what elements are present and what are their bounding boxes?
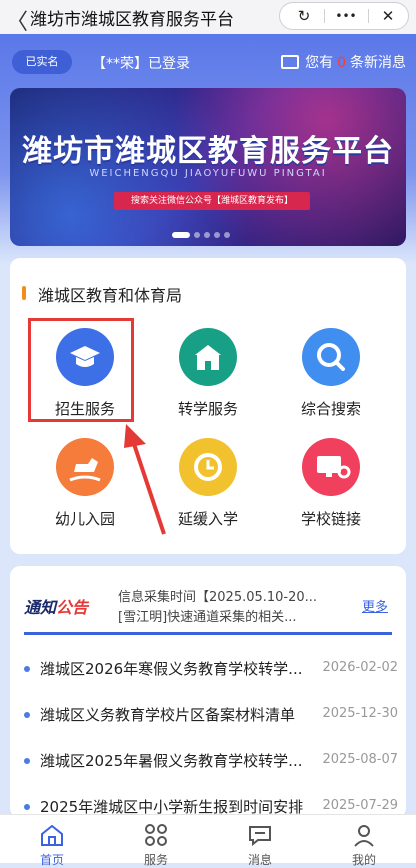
close-icon[interactable]: ✕ (370, 3, 406, 29)
notice-date: 2025-07-29 (322, 798, 398, 813)
school-building-icon (179, 328, 237, 386)
tab-label: 首页 (39, 853, 64, 867)
section-accent-bar (22, 286, 26, 300)
notice-logo: 通知公告 (24, 594, 88, 618)
rocking-horse-icon (56, 438, 114, 496)
message-suffix: 条新消息 (350, 55, 406, 71)
notice-title: 潍城区义务教育学校片区备案材料清单 (40, 706, 296, 724)
message-icon (281, 55, 300, 69)
banner-wechat-notice: 搜索关注微信公众号【潍城区教育发布】 (114, 192, 310, 210)
notice-title: 潍城区2025年暑假义务教育学校转学... (40, 752, 303, 770)
list-item[interactable]: 潍城区义务教育学校片区备案材料清单 2025-12-30 (24, 704, 398, 728)
notice-logo-a: 通知 (24, 598, 57, 617)
section-title: 潍城区教育和体育局 (38, 286, 183, 305)
carousel-dot[interactable] (204, 232, 210, 238)
notice-logo-b: 公告 (56, 598, 89, 617)
carousel-indicator (172, 232, 234, 238)
bullet (24, 712, 30, 718)
home-icon (41, 824, 63, 846)
ticker-line: 信息采集时间【2025.05.10-20... (118, 590, 318, 605)
login-status: 【**荣】已登录 (92, 56, 190, 72)
message-notice[interactable]: 您有 0 条新消息 (281, 52, 406, 72)
bullet (24, 758, 30, 764)
promo-banner[interactable]: 潍坊市潍城区教育服务平台 WEICHENGQU JIAOYUFUWU PINGT… (10, 88, 406, 246)
service-search[interactable]: 综合搜索 (276, 328, 386, 428)
mini-program-capsule: ↻ ••• ✕ (279, 2, 409, 30)
tab-label: 我的 (351, 853, 376, 867)
carousel-dot[interactable] (172, 232, 190, 238)
clock-icon (179, 438, 237, 496)
more-link[interactable]: 更多 (362, 596, 388, 615)
computer-link-icon (302, 438, 360, 496)
capsule-divider (324, 9, 325, 23)
refresh-icon[interactable]: ↻ (286, 3, 322, 29)
bullet (24, 666, 30, 672)
message-count: 0 (337, 55, 346, 71)
user-icon (354, 825, 374, 847)
carousel-dot[interactable] (224, 232, 230, 238)
carousel-dot[interactable] (214, 232, 220, 238)
tab-messages[interactable]: 消息 (208, 815, 312, 867)
app-header: 〈 潍坊市潍城区教育服务平台 ↻ ••• ✕ (0, 0, 416, 36)
verified-badge: 已实名 (12, 50, 72, 74)
notice-date: 2026-02-02 (322, 660, 398, 675)
notice-date: 2025-08-07 (322, 752, 398, 767)
tab-label: 服务 (143, 853, 168, 867)
service-label: 转学服务 (177, 400, 238, 418)
notice-title: 潍城区2026年寒假义务教育学校转学... (40, 660, 303, 678)
tab-label: 消息 (247, 853, 272, 867)
search-icon (302, 328, 360, 386)
notice-ticker[interactable]: 信息采集时间【2025.05.10-20... [雪江明]快速通道采集的相关..… (118, 588, 350, 628)
notice-card: 通知公告 信息采集时间【2025.05.10-20... [雪江明]快速通道采集… (10, 566, 406, 818)
chat-icon (249, 826, 271, 847)
service-transfer[interactable]: 转学服务 (153, 328, 263, 428)
tab-home[interactable]: 首页 (0, 815, 104, 867)
list-item[interactable]: 潍城区2026年寒假义务教育学校转学... 2026-02-02 (24, 658, 398, 682)
more-icon[interactable]: ••• (326, 3, 366, 29)
banner-title: 潍坊市潍城区教育服务平台 (22, 134, 394, 169)
highlight-box (28, 318, 134, 422)
back-icon[interactable]: 〈 (6, 4, 28, 36)
bottom-tab-bar: 首页 服务 消息 我的 (0, 814, 416, 867)
carousel-dot[interactable] (194, 232, 200, 238)
tab-profile[interactable]: 我的 (312, 815, 416, 867)
message-prefix: 您有 (305, 55, 334, 71)
tab-services[interactable]: 服务 (104, 815, 208, 867)
bullet (24, 804, 30, 810)
service-school-links[interactable]: 学校链接 (276, 438, 386, 538)
grid-icon (145, 824, 167, 846)
service-label: 学校链接 (300, 510, 361, 528)
banner-subtitle: WEICHENGQU JIAOYUFUWU PINGTAI (89, 168, 327, 179)
notice-divider (24, 632, 392, 635)
service-label: 综合搜索 (300, 400, 361, 418)
page-title: 潍坊市潍城区教育服务平台 (30, 10, 234, 30)
user-status-row: 已实名 【**荣】已登录 您有 0 条新消息 (0, 42, 416, 82)
ticker-line: [雪江明]快速通道采集的相关... (118, 610, 297, 625)
notice-date: 2025-12-30 (322, 706, 398, 721)
list-item[interactable]: 潍城区2025年暑假义务教育学校转学... 2025-08-07 (24, 750, 398, 774)
capsule-divider (368, 9, 369, 23)
pointer-arrow (124, 424, 166, 535)
